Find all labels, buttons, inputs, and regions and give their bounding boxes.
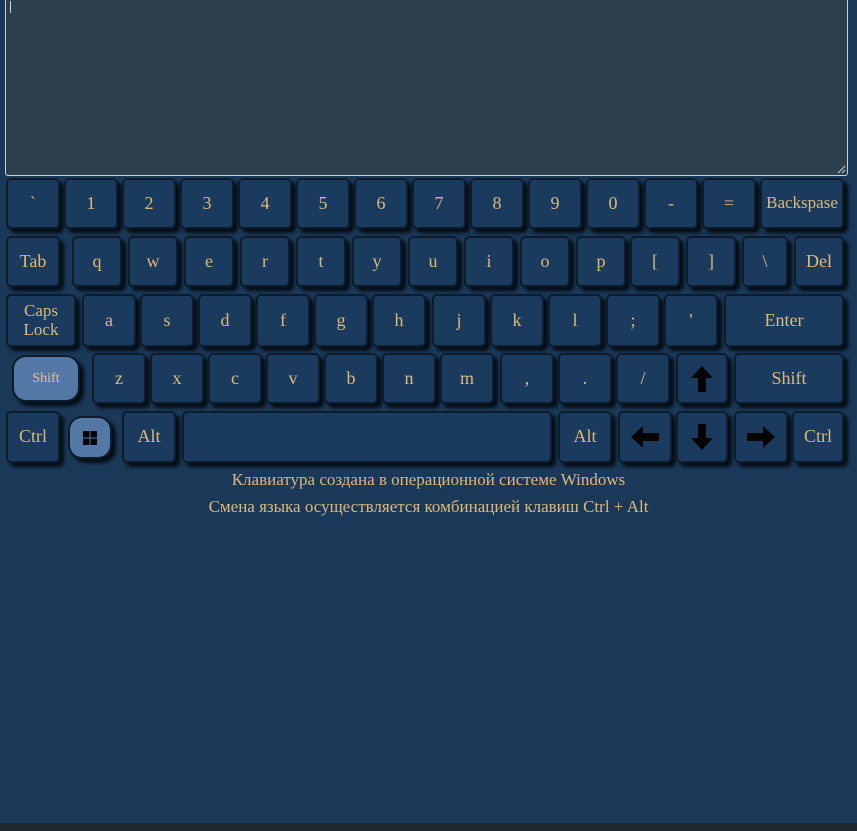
key-caps-lock[interactable]: Caps Lock [6,294,76,347]
key-alt-right[interactable]: Alt [558,411,612,463]
key-k[interactable]: k [490,294,544,347]
key-l[interactable]: l [548,294,602,347]
key-r[interactable]: r [240,236,290,287]
key-shift-left[interactable]: Shift [12,355,80,402]
key-q[interactable]: q [72,236,122,287]
key-e[interactable]: e [184,236,234,287]
key-z[interactable]: z [92,353,146,404]
bottom-strip [0,823,857,831]
key-s[interactable]: s [140,294,194,347]
key-t[interactable]: t [296,236,346,287]
key-enter[interactable]: Enter [724,294,844,347]
resize-handle-icon[interactable] [836,164,846,174]
key-ctrl-left[interactable]: Ctrl [6,411,60,463]
text-caret [10,1,11,13]
key-backtick[interactable]: ` [6,178,60,229]
key-semicolon[interactable]: ; [606,294,660,347]
key-minus[interactable]: - [644,178,698,229]
key-bracket-right[interactable]: ] [686,236,736,287]
key-m[interactable]: m [440,353,494,404]
arrow-right-icon [747,426,775,448]
key-f[interactable]: f [256,294,310,347]
key-7[interactable]: 7 [412,178,466,229]
key-arrow-down[interactable] [676,411,728,463]
info-language-switch-text: Смена языка осуществляется комбинацией к… [208,497,649,516]
key-5[interactable]: 5 [296,178,350,229]
key-alt-left[interactable]: Alt [122,411,176,463]
text-input-area[interactable] [5,0,848,176]
key-arrow-left[interactable] [618,411,672,463]
arrow-up-icon [691,365,713,392]
key-d[interactable]: d [198,294,252,347]
key-c[interactable]: c [208,353,262,404]
key-backspace[interactable]: Backspase [760,178,844,229]
key-slash[interactable]: / [616,353,670,404]
key-y[interactable]: y [352,236,402,287]
key-arrow-up[interactable] [676,353,728,404]
key-1[interactable]: 1 [64,178,118,229]
key-4[interactable]: 4 [238,178,292,229]
key-v[interactable]: v [266,353,320,404]
key-del[interactable]: Del [794,236,844,287]
key-a[interactable]: a [82,294,136,347]
key-equals[interactable]: = [702,178,756,229]
key-u[interactable]: u [408,236,458,287]
key-x[interactable]: x [150,353,204,404]
key-g[interactable]: g [314,294,368,347]
key-p[interactable]: p [576,236,626,287]
key-9[interactable]: 9 [528,178,582,229]
key-shift-right[interactable]: Shift [734,353,844,404]
key-tab[interactable]: Tab [6,236,60,287]
key-o[interactable]: o [520,236,570,287]
arrow-down-icon [691,424,713,450]
key-space[interactable] [182,411,552,463]
key-backslash[interactable]: \ [742,236,788,287]
key-6[interactable]: 6 [354,178,408,229]
key-win[interactable] [68,416,112,459]
key-j[interactable]: j [432,294,486,347]
key-i[interactable]: i [464,236,514,287]
key-n[interactable]: n [382,353,436,404]
key-3[interactable]: 3 [180,178,234,229]
key-0[interactable]: 0 [586,178,640,229]
arrow-left-icon [631,426,659,448]
key-ctrl-right[interactable]: Ctrl [792,411,844,463]
key-b[interactable]: b [324,353,378,404]
key-quote[interactable]: ' [664,294,718,347]
key-8[interactable]: 8 [470,178,524,229]
key-h[interactable]: h [372,294,426,347]
key-2[interactable]: 2 [122,178,176,229]
windows-logo-icon [83,430,97,445]
key-arrow-right[interactable] [734,411,788,463]
info-os-text: Клавиатура создана в операционной систем… [231,470,626,489]
key-period[interactable]: . [558,353,612,404]
key-bracket-left[interactable]: [ [630,236,680,287]
key-w[interactable]: w [128,236,178,287]
key-comma[interactable]: , [500,353,554,404]
